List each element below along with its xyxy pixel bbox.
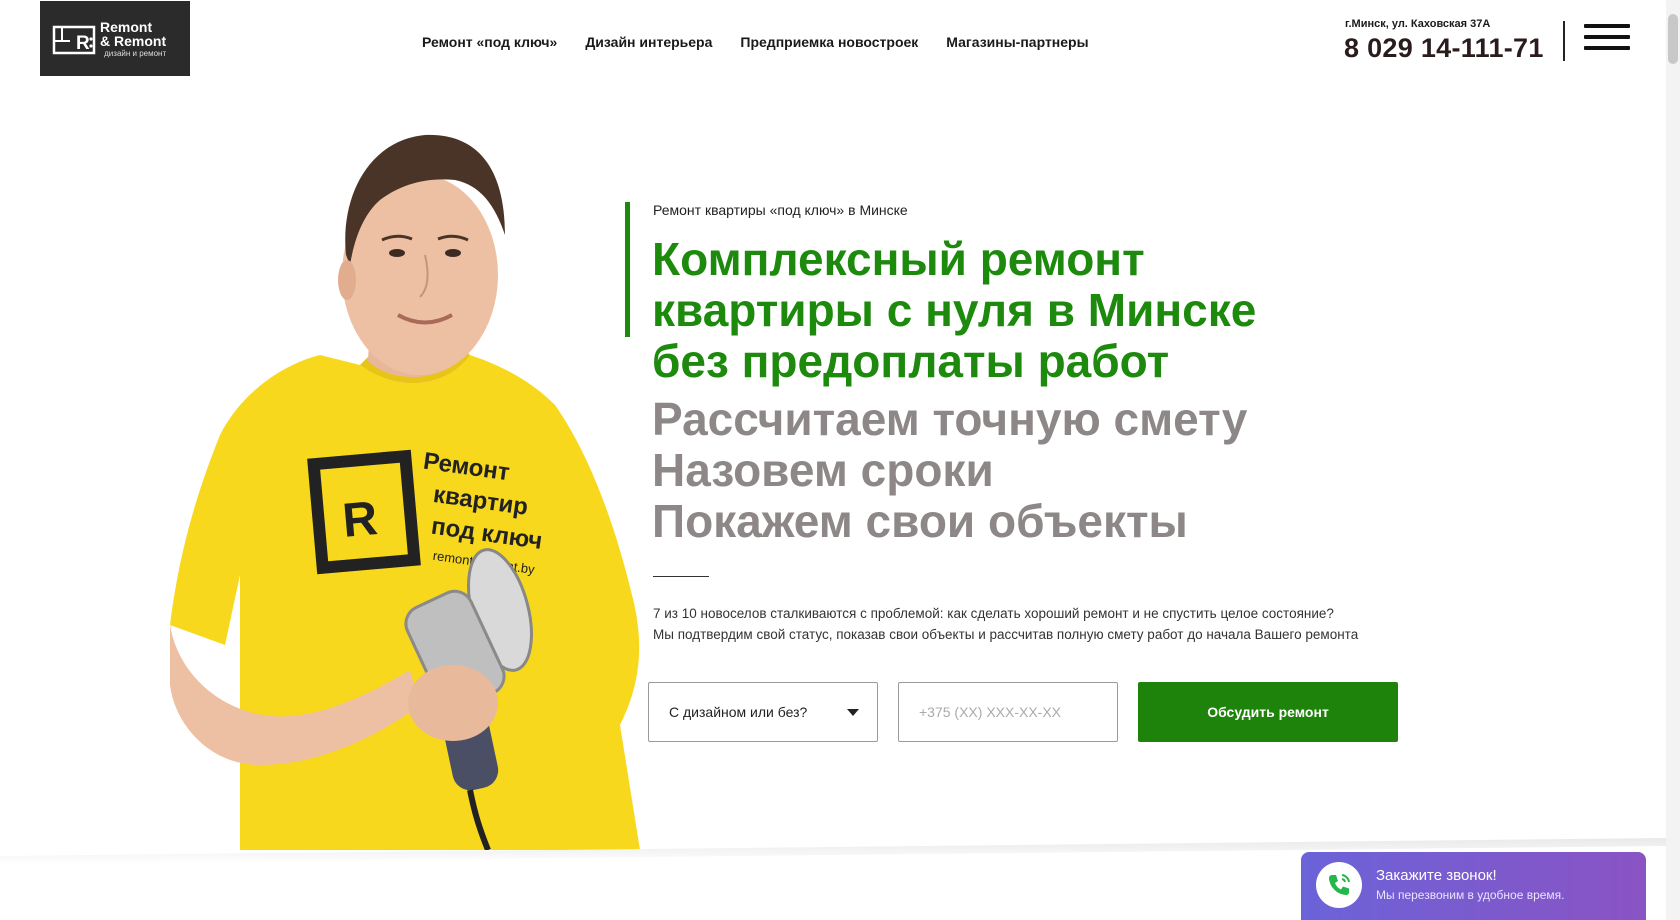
- phone-input[interactable]: [898, 682, 1118, 742]
- hamburger-menu-icon[interactable]: [1584, 24, 1630, 58]
- callback-widget[interactable]: Закажите звонок! Мы перезвоним в удобное…: [1301, 852, 1646, 920]
- headline-line: квартиры с нуля в Минске: [652, 284, 1257, 336]
- page-scrollbar[interactable]: [1666, 0, 1680, 920]
- nav-item-turnkey[interactable]: Ремонт «под ключ»: [422, 34, 557, 50]
- svg-text:R: R: [340, 492, 379, 548]
- scrollbar-thumb[interactable]: [1668, 14, 1678, 64]
- select-value: С дизайном или без?: [669, 704, 808, 720]
- logo-line1: Remont: [100, 18, 153, 35]
- header-phone[interactable]: 8 029 14-111-71: [1344, 33, 1544, 64]
- description-line: 7 из 10 новоселов сталкиваются с проблем…: [653, 606, 1334, 621]
- callback-title: Закажите звонок!: [1376, 867, 1497, 884]
- landing-page: R Remont & Remont дизайн и ремонт Ремонт…: [0, 0, 1680, 920]
- hero-subheadline: Рассчитаем точную смету Назовем сроки По…: [652, 394, 1352, 547]
- design-option-select[interactable]: С дизайном или без?: [648, 682, 878, 742]
- logo-tagline: дизайн и ремонт: [104, 48, 167, 58]
- logo-mark-icon: R: [52, 25, 96, 54]
- svg-text:R: R: [76, 33, 90, 54]
- subhead-line: Рассчитаем точную смету: [652, 393, 1248, 445]
- header-divider: [1563, 21, 1565, 61]
- headline-accent-bar: [625, 202, 630, 337]
- discuss-repair-button[interactable]: Обсудить ремонт: [1138, 682, 1398, 742]
- callback-subtitle: Мы перезвоним в удобное время.: [1376, 888, 1565, 902]
- subhead-line: Назовем сроки: [652, 444, 994, 496]
- headline-line: без предоплаты работ: [652, 335, 1170, 387]
- main-nav: Ремонт «под ключ» Дизайн интерьера Предп…: [422, 34, 1089, 50]
- office-address: г.Минск, ул. Каховская 37А: [1345, 18, 1491, 30]
- subhead-line: Покажем свои объекты: [652, 495, 1188, 547]
- site-logo[interactable]: R Remont & Remont дизайн и ремонт: [40, 1, 190, 76]
- nav-item-partner-stores[interactable]: Магазины-партнеры: [946, 34, 1088, 50]
- nav-item-new-building-inspection[interactable]: Предприемка новостроек: [740, 34, 918, 50]
- hero-worker-photo: R Ремонт квартир под ключ remont-remont.…: [170, 134, 640, 850]
- chevron-down-icon: [847, 709, 859, 716]
- description-line: Мы подтвердим свой статус, показав свои …: [653, 627, 1359, 642]
- hero-eyebrow: Ремонт квартиры «под ключ» в Минске: [653, 202, 908, 218]
- hero-headline: Комплексный ремонт квартиры с нуля в Мин…: [652, 234, 1352, 387]
- headline-line: Комплексный ремонт: [652, 233, 1145, 285]
- nav-item-interior-design[interactable]: Дизайн интерьера: [585, 34, 712, 50]
- hero-description: 7 из 10 новоселов сталкиваются с проблем…: [653, 603, 1413, 645]
- phone-call-icon: [1316, 862, 1362, 908]
- hero-divider: [653, 576, 709, 577]
- logo-line2: & Remont: [100, 32, 167, 49]
